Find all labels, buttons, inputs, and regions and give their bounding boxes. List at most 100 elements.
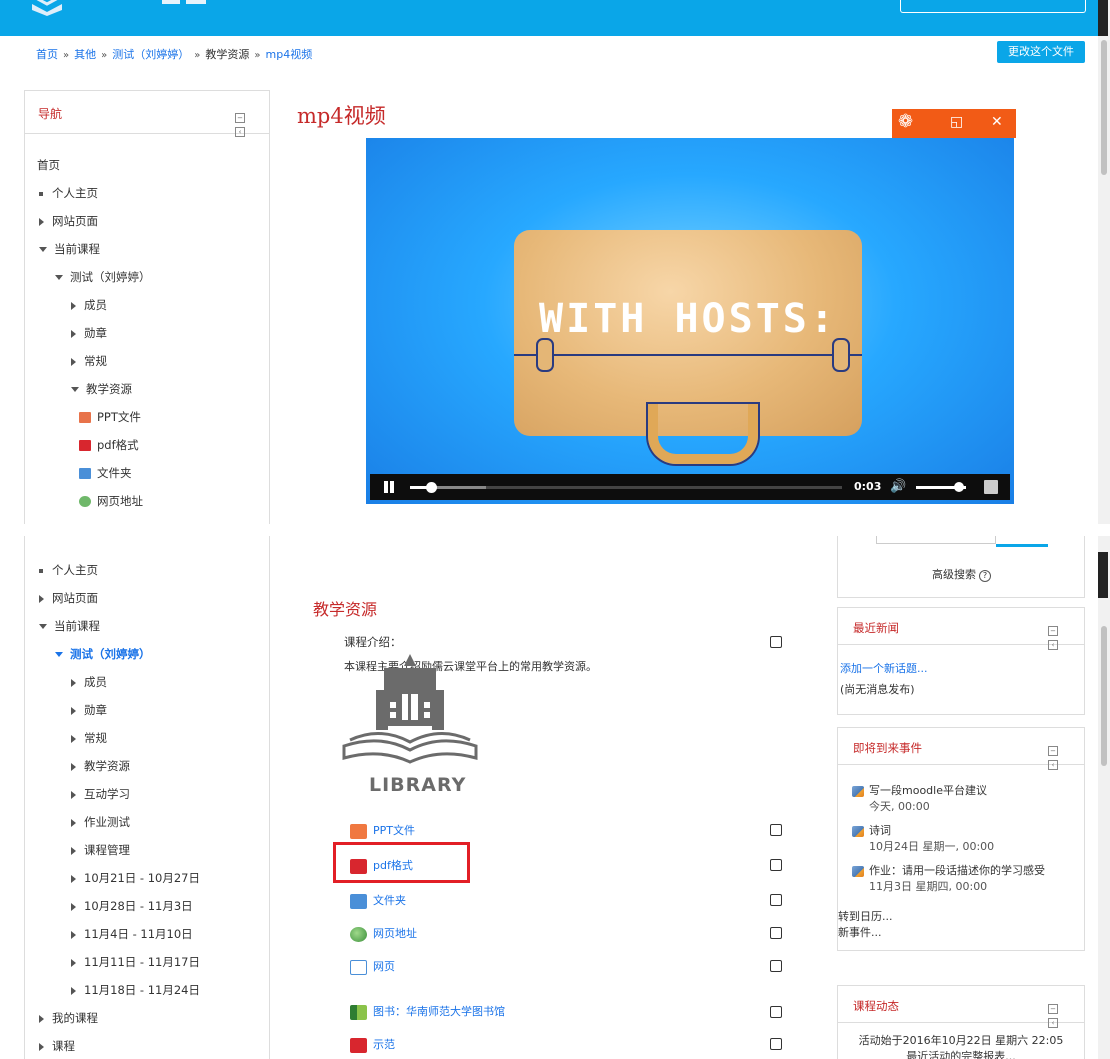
nav-item-site-pages[interactable]: 网站页面 [39,590,98,606]
briefcase-handle [648,404,758,464]
volume-icon[interactable]: 🔊 [890,479,906,494]
breadcrumb-current[interactable]: mp4视频 [266,48,313,61]
pause-icon[interactable] [384,481,388,493]
nav-item-my-courses[interactable]: 我的课程 [39,1010,98,1026]
event-item[interactable]: 写一段moodle平台建议 今天, 00:00 [852,782,987,814]
site-logo-text-icon [162,0,206,4]
event-item[interactable]: 作业：请用一段话描述你的学习感受 11月3日 星期四, 00:00 [852,862,1045,894]
dock-icon[interactable]: ‹ [1048,640,1058,650]
nav-item-dashboard[interactable]: 个人主页 [39,185,98,201]
nav-item-week[interactable]: 10月28日 - 11月3日 [71,898,193,914]
breadcrumb-home[interactable]: 首页 [36,48,58,61]
news-block-title: 最近新闻 [853,621,899,635]
activity-block: 课程动态 −‹ 活动始于2016年10月22日 星期六 22:05 最近活动的完… [837,985,1085,1059]
scrollbar-thumb[interactable] [1101,40,1107,175]
progress-handle[interactable] [426,482,437,493]
nav-item-week[interactable]: 11月11日 - 11月17日 [71,954,200,970]
fullscreen-icon[interactable] [984,480,998,494]
nav-item-general[interactable]: 常规 [71,353,107,369]
nav-item-badges[interactable]: 勋章 [71,702,107,718]
resource-link[interactable]: 文件夹 [373,894,406,907]
nav-item-site-pages[interactable]: 网站页面 [39,213,98,229]
nav-item-course-admin[interactable]: 课程管理 [71,842,130,858]
nav-item-ppt[interactable]: PPT文件 [79,409,141,425]
completion-checkbox[interactable] [770,927,782,939]
video-progress-bar[interactable] [410,482,842,493]
nav-item-resources[interactable]: 教学资源 [71,381,132,397]
dock-icon[interactable]: ‹ [1048,1018,1058,1028]
nav-item-folder[interactable]: 文件夹 [79,465,132,481]
dock-icon[interactable]: ‹ [235,127,245,137]
resource-link[interactable]: 网页 [373,960,395,973]
video-player[interactable]: WITH HOSTS: 0:03 🔊 [366,138,1014,504]
header-search-box[interactable] [900,0,1086,13]
breadcrumb-other[interactable]: 其他 [74,48,96,61]
nav-item-members[interactable]: 成员 [71,674,107,690]
resource-demo[interactable]: 示范 [350,1036,395,1053]
advanced-search-link[interactable]: 高级搜索 [932,568,976,581]
popout-icon[interactable]: ◱ [950,114,963,130]
completion-checkbox[interactable] [770,824,782,836]
nav-item-general[interactable]: 常规 [71,730,107,746]
volume-handle[interactable] [954,482,964,492]
advanced-search[interactable]: 高级搜索? [932,566,991,582]
resource-page[interactable]: 网页 [350,958,395,975]
resource-ppt[interactable]: PPT文件 [350,822,415,839]
resource-link[interactable]: 图书：华南师范大学图书馆 [373,1005,505,1018]
nav-item-dashboard[interactable]: 个人主页 [39,562,98,578]
nav-item-week[interactable]: 11月18日 - 11月24日 [71,982,200,998]
nav-item-current-course[interactable]: 当前课程 [39,618,100,634]
full-report-link[interactable]: 最近活动的完整报表... [838,1048,1084,1059]
completion-checkbox[interactable] [770,1038,782,1050]
collapse-icon[interactable]: − [1048,626,1058,636]
site-logo-icon[interactable] [30,0,64,16]
search-input[interactable] [876,536,996,544]
nav-item-assignments[interactable]: 作业测试 [71,814,130,830]
scrollbar[interactable] [1098,536,1110,1059]
completion-checkbox[interactable] [770,1006,782,1018]
search-button[interactable] [996,536,1048,547]
resource-link[interactable]: PPT文件 [373,824,415,837]
help-icon[interactable]: ? [979,570,991,582]
completion-checkbox[interactable] [770,894,782,906]
nav-item-current-course[interactable]: 当前课程 [39,241,100,257]
breadcrumb-section[interactable]: 教学资源 [205,48,249,61]
dock-icon[interactable]: ‹ [1048,760,1058,770]
collapse-icon[interactable]: − [1048,1004,1058,1014]
breadcrumb-course[interactable]: 测试（刘婷婷） [112,48,189,61]
nav-item-week[interactable]: 11月4日 - 11月10日 [71,926,193,942]
resource-link[interactable]: 示范 [373,1038,395,1051]
block-controls: −‹ [1048,622,1068,650]
nav-item-interactive[interactable]: 互动学习 [71,786,130,802]
resource-book[interactable]: 图书：华南师范大学图书馆 [350,1003,505,1020]
nav-item-home[interactable]: 首页 [37,157,60,173]
nav-item-resources[interactable]: 教学资源 [71,758,130,774]
completion-checkbox[interactable] [770,859,782,871]
calendar-event-icon [852,865,864,877]
nav-item-course-active[interactable]: 测试（刘婷婷） [55,646,151,662]
completion-checkbox[interactable] [770,636,782,648]
nav-item-pdf[interactable]: pdf格式 [79,437,139,453]
event-item[interactable]: 诗词 10月24日 星期一, 00:00 [852,822,994,854]
nav-item-members[interactable]: 成员 [71,297,107,313]
briefcase-latch [536,338,554,372]
goto-calendar-link[interactable]: 转到日历... [838,908,893,924]
collapse-icon[interactable]: − [1048,746,1058,756]
nav-item-week[interactable]: 10月21日 - 10月27日 [71,870,200,886]
nav-item-course[interactable]: 测试（刘婷婷） [55,269,151,285]
new-event-link[interactable]: 新事件... [838,924,882,940]
expand-arrow-icon [39,1042,44,1051]
add-topic-link[interactable]: 添加一个新话题... [840,660,928,676]
resource-url[interactable]: 网页地址 [350,925,417,942]
nav-item-courses[interactable]: 课程 [39,1038,75,1054]
resource-folder[interactable]: 文件夹 [350,892,406,909]
collapse-icon[interactable]: − [235,113,245,123]
nav-item-badges[interactable]: 勋章 [71,325,107,341]
scrollbar-thumb[interactable] [1101,626,1107,766]
edit-file-button[interactable]: 更改这个文件 [997,41,1085,63]
resource-link[interactable]: 网页地址 [373,927,417,940]
scrollbar[interactable] [1098,0,1110,524]
nav-item-url[interactable]: 网页地址 [79,493,143,509]
completion-checkbox[interactable] [770,960,782,972]
close-icon[interactable]: ✕ [991,114,1003,130]
